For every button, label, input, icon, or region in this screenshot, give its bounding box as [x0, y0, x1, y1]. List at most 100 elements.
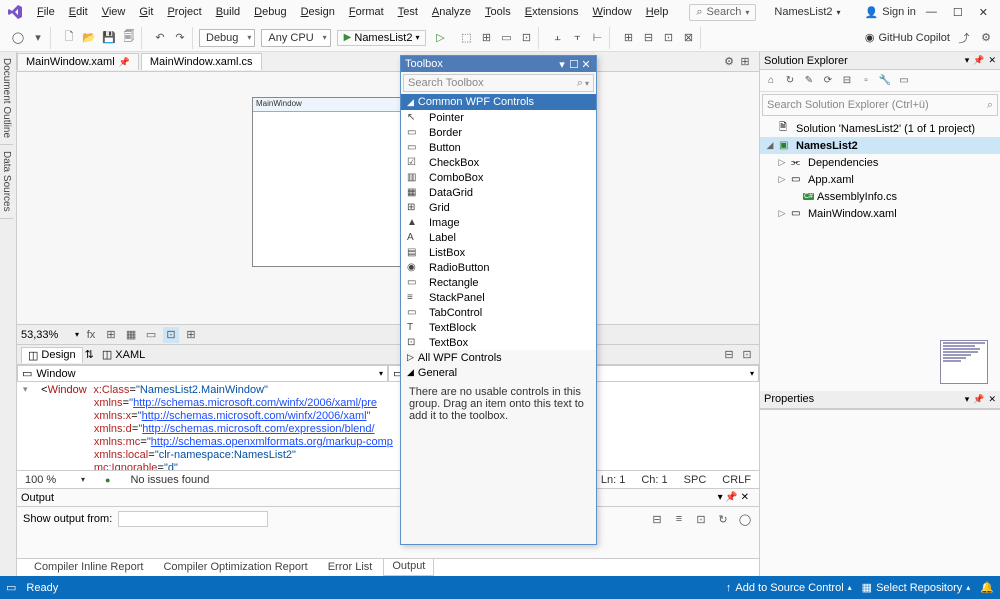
menu-extensions[interactable]: Extensions	[518, 3, 586, 21]
add-to-source-control[interactable]: ↑ Add to Source Control ▴	[726, 582, 852, 594]
tab-overflow-icon[interactable]: ⊞	[737, 54, 753, 70]
fx-icon[interactable]: fx	[83, 327, 99, 343]
new-item-icon[interactable]: 🗋	[61, 30, 77, 46]
toolbox-item-textbox[interactable]: ⊡TextBox	[401, 335, 596, 350]
out-tool-5[interactable]: ◯	[737, 511, 753, 527]
doc-tab-mainwindow-xaml[interactable]: MainWindow.xaml📌	[17, 53, 139, 70]
out-tool-4[interactable]: ↻	[715, 511, 731, 527]
se-home-icon[interactable]: ⌂	[764, 74, 778, 88]
ruler-icon[interactable]: ▭	[143, 327, 159, 343]
se-close-icon[interactable]: ✕	[988, 55, 996, 66]
output-pin-icon[interactable]: ▾ 📌 ✕	[718, 492, 749, 503]
menu-git[interactable]: Git	[132, 3, 160, 21]
align-icon-2[interactable]: ⫟	[569, 30, 585, 46]
toolbox-item-button[interactable]: ▭Button	[401, 140, 596, 155]
se-collapse-icon[interactable]: ⊟	[840, 74, 854, 88]
toolbox-item-listbox[interactable]: ▤ListBox	[401, 245, 596, 260]
se-pin-icon[interactable]: 📌	[973, 55, 984, 66]
undo-icon[interactable]: ↶	[152, 30, 168, 46]
toolbox-cat-general[interactable]: ◢ General	[401, 365, 596, 380]
redo-icon[interactable]: ↷	[172, 30, 188, 46]
tab-options-icon[interactable]: ⚙	[721, 54, 737, 70]
document-outline-tab[interactable]: Document Outline	[0, 52, 13, 145]
toolbox-item-border[interactable]: ▭Border	[401, 125, 596, 140]
copilot-button[interactable]: ◉ GitHub Copilot	[865, 31, 950, 44]
solution-name-selector[interactable]: NamesList2▾	[764, 4, 850, 20]
menu-view[interactable]: View	[95, 3, 133, 21]
se-sync-icon[interactable]: ↻	[783, 74, 797, 88]
toolbox-item-combobox[interactable]: ▥ComboBox	[401, 170, 596, 185]
btab-output[interactable]: Output	[383, 559, 434, 576]
zoom-level[interactable]: 53,33%	[21, 329, 71, 341]
menu-build[interactable]: Build	[209, 3, 247, 21]
lineend-indicator[interactable]: CRLF	[722, 474, 751, 486]
align-icon-4[interactable]: ⊞	[620, 30, 636, 46]
fold-icon[interactable]: ▾	[23, 384, 28, 395]
out-tool-3[interactable]: ⊡	[693, 511, 709, 527]
toolbox-maximize-icon[interactable]: ☐	[568, 58, 580, 71]
xaml-subtab[interactable]: ◫XAML	[96, 347, 151, 362]
toolbox-item-tabcontrol[interactable]: ▭TabControl	[401, 305, 596, 320]
se-dropdown-icon[interactable]: ▾	[965, 55, 970, 66]
toolbox-search-input[interactable]: Search Toolbox ⌕▾	[403, 74, 594, 92]
open-icon[interactable]: 📂	[81, 30, 97, 46]
save-icon[interactable]: 💾	[101, 30, 117, 46]
btab-error-list[interactable]: Error List	[319, 559, 382, 576]
notifications-icon[interactable]: 🔔	[980, 581, 994, 594]
expand-icon[interactable]: ⊡	[739, 347, 755, 363]
btab-compiler-inline[interactable]: Compiler Inline Report	[25, 559, 152, 576]
start-debugging-button[interactable]: ▶ NamesList2 ▾	[337, 30, 427, 46]
align-icon-3[interactable]: ⊢	[589, 30, 605, 46]
toolbox-item-radiobutton[interactable]: ◉RadioButton	[401, 260, 596, 275]
platform-dropdown[interactable]: Any CPU	[261, 29, 330, 47]
tool-icon-4[interactable]: ⊡	[518, 30, 534, 46]
tool-icon-3[interactable]: ▭	[498, 30, 514, 46]
out-tool-1[interactable]: ⊟	[649, 511, 665, 527]
indent-indicator[interactable]: SPC	[684, 474, 707, 486]
select-repository[interactable]: ▦ Select Repository ▴	[862, 581, 971, 594]
issues-label[interactable]: No issues found	[130, 474, 209, 486]
global-search[interactable]: ⌕ Search ▾	[689, 4, 756, 21]
toolbox-item-datagrid[interactable]: ▦DataGrid	[401, 185, 596, 200]
menu-help[interactable]: Help	[639, 3, 676, 21]
snap2-icon[interactable]: ⊡	[163, 327, 179, 343]
swap-icon[interactable]: ⇅	[85, 348, 94, 361]
data-sources-tab[interactable]: Data Sources	[0, 145, 13, 219]
toolbox-dropdown-icon[interactable]: ▾	[556, 58, 568, 71]
toolbox-cat-common-wpf[interactable]: ◢ Common WPF Controls	[401, 94, 596, 110]
toolbox-item-grid[interactable]: ⊞Grid	[401, 200, 596, 215]
toolbox-cat-all-wpf[interactable]: ▷ All WPF Controls	[401, 350, 596, 365]
grid-icon[interactable]: ⊞	[103, 327, 119, 343]
nav-back-icon[interactable]: ◯	[10, 30, 26, 46]
toolbox-item-image[interactable]: ▲Image	[401, 215, 596, 230]
menu-test[interactable]: Test	[391, 3, 425, 21]
props-pin-icon[interactable]: 📌	[973, 394, 984, 405]
out-tool-2[interactable]: ≡	[671, 511, 687, 527]
se-refresh-icon[interactable]: ⟳	[821, 74, 835, 88]
maximize-button[interactable]: ☐	[953, 6, 963, 19]
pin-icon[interactable]: 📌	[119, 57, 130, 68]
minimize-button[interactable]: —	[926, 6, 937, 19]
menu-debug[interactable]: Debug	[247, 3, 293, 21]
tree-solution-root[interactable]: 🗎 Solution 'NamesList2' (1 of 1 project)	[760, 120, 1000, 137]
nav-fwd-icon[interactable]: ▾	[30, 30, 46, 46]
toolbox-item-checkbox[interactable]: ☑CheckBox	[401, 155, 596, 170]
toolbox-item-stackpanel[interactable]: ≡StackPanel	[401, 290, 596, 305]
tree-assemblyinfo[interactable]: C# AssemblyInfo.cs	[760, 188, 1000, 205]
menu-file[interactable]: File	[30, 3, 62, 21]
menu-analyze[interactable]: Analyze	[425, 3, 478, 21]
align-icon-7[interactable]: ⊠	[680, 30, 696, 46]
toolbox-close-icon[interactable]: ✕	[580, 58, 592, 71]
tool-icon-2[interactable]: ⊞	[478, 30, 494, 46]
toolbox-item-rectangle[interactable]: ▭Rectangle	[401, 275, 596, 290]
se-pending-icon[interactable]: ✎	[802, 74, 816, 88]
zoom-down-icon[interactable]: ▾	[75, 330, 79, 339]
align-icon-1[interactable]: ⫠	[549, 30, 565, 46]
se-showall-icon[interactable]: ▫	[859, 74, 873, 88]
code-editor[interactable]: ▾<Window x:Class="NamesList2.MainWindow"…	[17, 382, 759, 470]
align-icon-6[interactable]: ⊡	[660, 30, 676, 46]
tree-dependencies[interactable]: ▷⫘ Dependencies	[760, 154, 1000, 171]
tool-icon-1[interactable]: ⬚	[458, 30, 474, 46]
start-without-debugging-icon[interactable]: ▷	[432, 30, 448, 46]
toolbox-item-label[interactable]: ALabel	[401, 230, 596, 245]
